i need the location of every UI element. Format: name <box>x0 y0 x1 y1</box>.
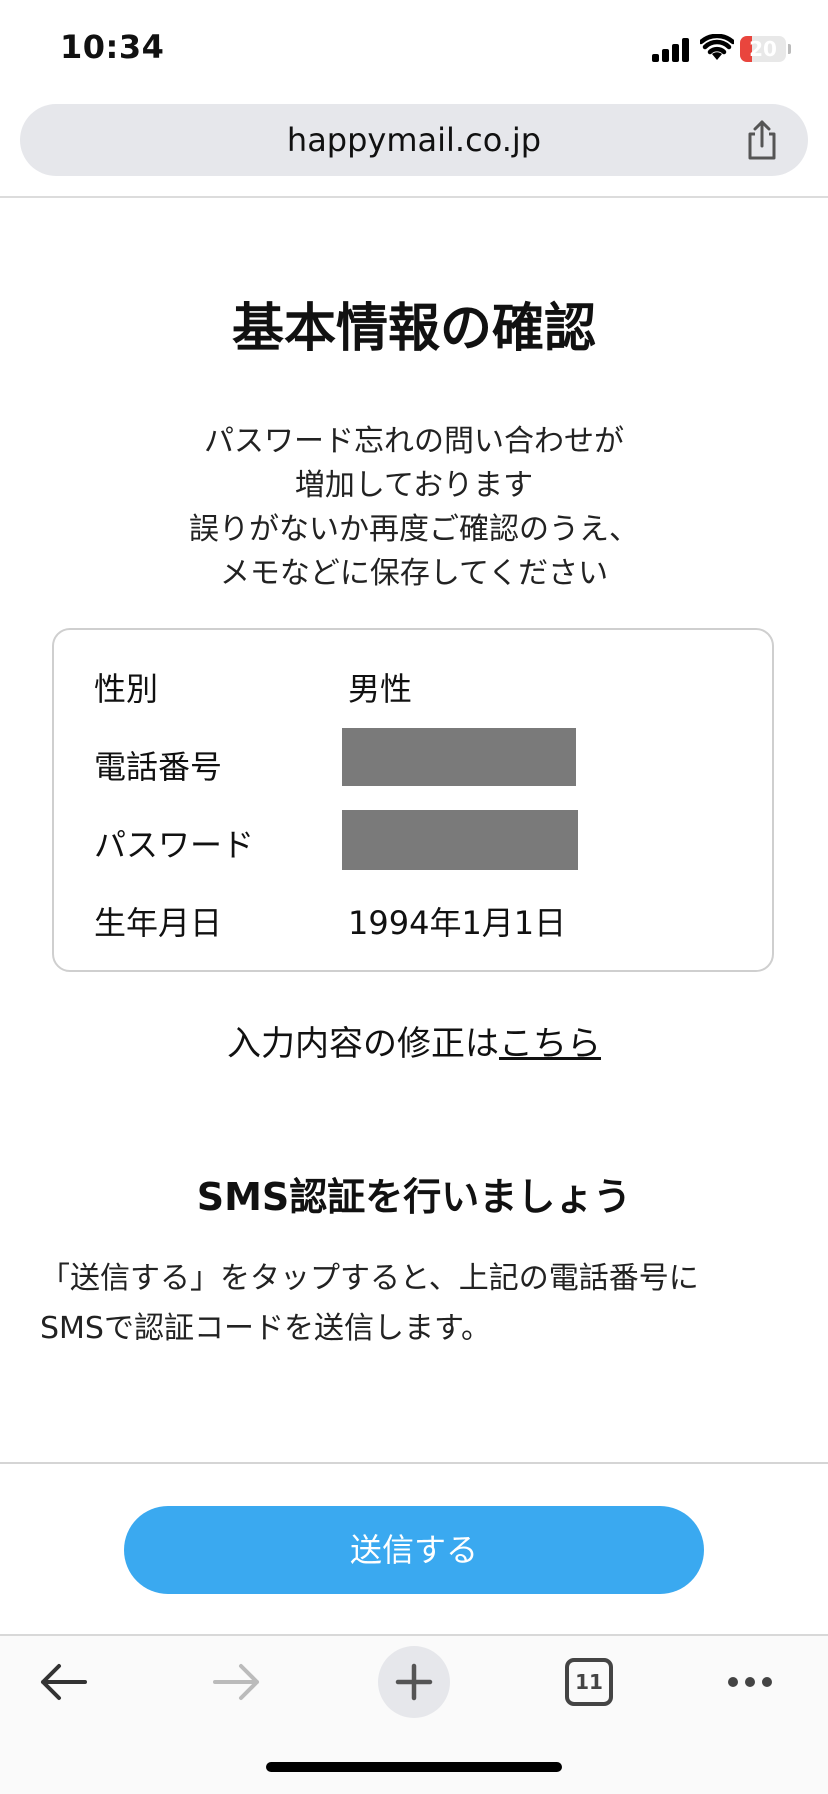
header-divider <box>0 196 828 198</box>
home-indicator <box>266 1762 562 1772</box>
sms-description: 「送信する」をタップすると、上記の電話番号に SMSで認証コードを送信します。 <box>40 1254 800 1354</box>
url-text[interactable]: happymail.co.jp <box>20 104 808 176</box>
gender-label: 性別 <box>94 670 159 708</box>
submit-button[interactable]: 送信する <box>124 1506 704 1594</box>
battery-tip <box>788 44 791 54</box>
url-bar[interactable]: happymail.co.jp <box>20 104 808 176</box>
phone-label: 電話番号 <box>94 748 223 786</box>
wifi-icon <box>700 34 734 60</box>
forward-arrow-icon <box>213 1664 259 1700</box>
share-icon[interactable] <box>742 118 782 162</box>
status-time: 10:34 <box>60 28 165 66</box>
battery-level: 20 <box>749 37 777 61</box>
edit-link[interactable]: こちら <box>499 1024 601 1064</box>
new-tab-button[interactable] <box>369 1642 459 1726</box>
notice-line: 誤りがないか再度ご確認のうえ、 <box>189 512 639 547</box>
notice-line: メモなどに保存してください <box>219 556 609 591</box>
action-divider <box>0 1462 828 1464</box>
back-button[interactable] <box>18 1642 108 1726</box>
password-value-redacted <box>342 810 578 870</box>
signal-icon <box>652 38 690 62</box>
plus-icon <box>378 1646 450 1718</box>
sms-desc-line: 「送信する」をタップすると、上記の電話番号に <box>40 1261 699 1296</box>
more-icon <box>728 1677 772 1687</box>
notice-line: 増加しております <box>294 468 534 503</box>
more-button[interactable] <box>704 1642 794 1726</box>
battery-icon: 20 <box>740 36 786 62</box>
sms-title: SMS認証を行いましょう <box>196 1175 632 1219</box>
edit-line: 入力内容の修正はこちら <box>0 1016 828 1065</box>
back-arrow-icon <box>41 1664 87 1700</box>
sms-desc-line: SMSで認証コードを送信します。 <box>40 1311 491 1346</box>
edit-prefix: 入力内容の修正は <box>227 1024 499 1064</box>
page-title: 基本情報の確認 <box>231 299 596 359</box>
forward-button[interactable] <box>192 1642 282 1726</box>
notice-line: パスワード忘れの問い合わせが <box>204 424 624 459</box>
tab-count: 11 <box>575 1670 603 1694</box>
notice-text: パスワード忘れの問い合わせが 増加しております 誤りがないか再度ご確認のうえ、 … <box>0 420 828 596</box>
phone-value-redacted <box>342 728 576 786</box>
gender-value: 男性 <box>348 670 413 708</box>
info-card: 性別 男性 電話番号 パスワード 生年月日 1994年1月1日 <box>52 628 774 972</box>
status-bar: 10:34 20 <box>0 0 828 96</box>
birthdate-value: 1994年1月1日 <box>348 904 567 942</box>
password-label: パスワード <box>94 826 255 864</box>
birthdate-label: 生年月日 <box>94 904 223 942</box>
tabs-button[interactable]: 11 <box>544 1642 634 1726</box>
